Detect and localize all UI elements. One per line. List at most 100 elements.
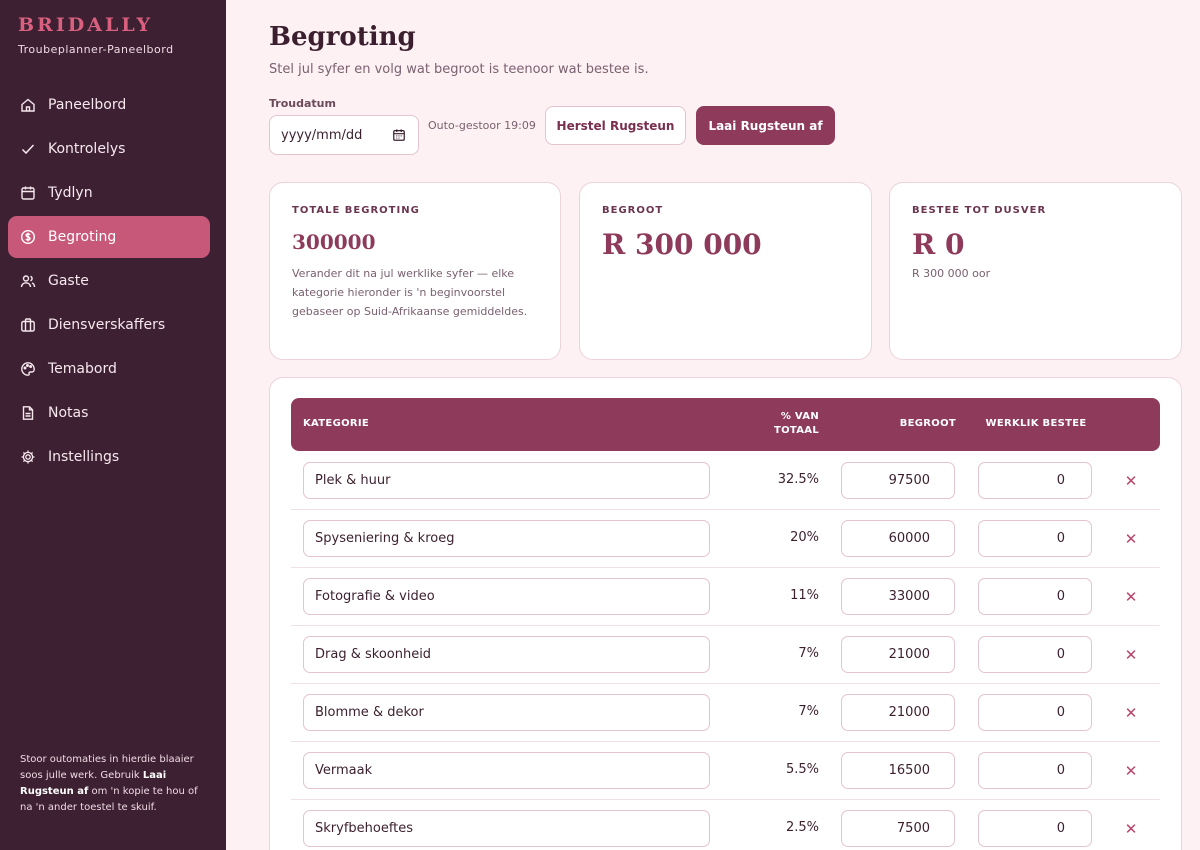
column-header-category: KATEGORIE bbox=[303, 418, 370, 429]
sidebar-nav: Paneelbord Kontrolelys Tydlyn Begroting … bbox=[8, 84, 210, 480]
spent-value: R 0 bbox=[912, 228, 965, 261]
category-percent: 5.5% bbox=[785, 762, 819, 777]
sidebar-item-label: Tydlyn bbox=[48, 185, 93, 201]
category-percent: 2.5% bbox=[785, 820, 819, 835]
budgeted-value: R 300 000 bbox=[602, 228, 762, 261]
total-budget-input[interactable]: 300000 bbox=[292, 230, 538, 254]
category-actual-input[interactable]: 0 bbox=[978, 462, 1092, 499]
sidebar-item-paneelbord[interactable]: Paneelbord bbox=[8, 84, 210, 126]
users-icon bbox=[20, 275, 36, 288]
category-actual-input[interactable]: 0 bbox=[978, 636, 1092, 673]
table-row: Fotografie & video 11% 33000 0 ✕ bbox=[291, 568, 1160, 626]
gear-icon bbox=[21, 450, 35, 464]
category-name-input[interactable]: Plek & huur bbox=[303, 462, 710, 499]
category-name-input[interactable]: Spyseniering & kroeg bbox=[303, 520, 710, 557]
table-row: Skryfbehoeftes 2.5% 7500 0 ✕ bbox=[291, 800, 1160, 850]
card-label: TOTALE BEGROTING bbox=[292, 205, 420, 216]
category-percent: 32.5% bbox=[777, 472, 819, 487]
category-budget-input[interactable]: 33000 bbox=[841, 578, 955, 615]
column-header-actual: WERKLIK BESTEE bbox=[985, 418, 1087, 429]
table-row: Drag & skoonheid 7% 21000 0 ✕ bbox=[291, 626, 1160, 684]
sidebar-item-kontrolelys[interactable]: Kontrolelys bbox=[8, 128, 210, 170]
category-name-input[interactable]: Skryfbehoeftes bbox=[303, 810, 710, 847]
category-name-input[interactable]: Fotografie & video bbox=[303, 578, 710, 615]
category-actual-input[interactable]: 0 bbox=[978, 694, 1092, 731]
spent-card: BESTEE TOT DUSVER R 0 R 300 000 oor bbox=[889, 182, 1182, 360]
table-row: Spyseniering & kroeg 20% 60000 0 ✕ bbox=[291, 510, 1160, 568]
sidebar-item-label: Kontrolelys bbox=[48, 141, 126, 157]
dollar-circle-icon bbox=[20, 229, 36, 245]
sidebar-item-label: Paneelbord bbox=[48, 97, 127, 113]
delete-icon[interactable]: ✕ bbox=[1122, 820, 1140, 838]
category-actual-input[interactable]: 0 bbox=[978, 810, 1092, 847]
sidebar-backup-note: Stoor outomaties in hierdie blaaier soos… bbox=[20, 754, 198, 813]
category-percent: 7% bbox=[798, 704, 819, 719]
sidebar: BRIDALLY Troubeplanner-Paneelbord Paneel… bbox=[0, 0, 226, 850]
delete-icon[interactable]: ✕ bbox=[1122, 530, 1140, 548]
page-title: Begroting bbox=[269, 22, 416, 52]
delete-icon[interactable]: ✕ bbox=[1122, 588, 1140, 606]
category-actual-input[interactable]: 0 bbox=[978, 520, 1092, 557]
table-header: KATEGORIE % VAN TOTAAL BEGROOT WERKLIK BE… bbox=[291, 398, 1160, 451]
sidebar-item-label: Gaste bbox=[48, 273, 89, 289]
sidebar-item-notas[interactable]: Notas bbox=[8, 392, 210, 434]
sidebar-item-tydlyn[interactable]: Tydlyn bbox=[8, 172, 210, 214]
date-placeholder: yyyy/mm/dd bbox=[281, 127, 363, 143]
sidebar-item-instellings[interactable]: Instellings bbox=[8, 436, 210, 478]
budget-table: KATEGORIE % VAN TOTAAL BEGROOT WERKLIK BE… bbox=[269, 377, 1182, 850]
delete-icon[interactable]: ✕ bbox=[1122, 762, 1140, 780]
category-budget-input[interactable]: 97500 bbox=[841, 462, 955, 499]
sidebar-item-label: Instellings bbox=[48, 449, 120, 465]
category-name-input[interactable]: Vermaak bbox=[303, 752, 710, 789]
download-backup-button[interactable]: Laai Rugsteun af bbox=[696, 106, 835, 145]
sidebar-item-temabord[interactable]: Temabord bbox=[8, 348, 210, 390]
check-icon bbox=[21, 144, 35, 155]
brand-logo[interactable]: BRIDALLY bbox=[18, 14, 153, 36]
sidebar-item-begroting[interactable]: Begroting bbox=[8, 216, 210, 258]
delete-icon[interactable]: ✕ bbox=[1122, 472, 1140, 490]
category-percent: 7% bbox=[798, 646, 819, 661]
calendar-icon bbox=[21, 186, 35, 200]
briefcase-icon bbox=[21, 318, 35, 332]
sidebar-item-label: Begroting bbox=[48, 229, 117, 245]
sidebar-item-diensverskaffers[interactable]: Diensverskaffers bbox=[8, 304, 210, 346]
page-subtitle: Stel jul syfer en volg wat begroot is te… bbox=[269, 62, 649, 77]
sidebar-item-label: Temabord bbox=[48, 361, 117, 377]
table-row: Vermaak 5.5% 16500 0 ✕ bbox=[291, 742, 1160, 800]
category-name-input[interactable]: Drag & skoonheid bbox=[303, 636, 710, 673]
remaining-value: R 300 000 oor bbox=[912, 267, 991, 280]
budgeted-card: BEGROOT R 300 000 bbox=[579, 182, 872, 360]
category-actual-input[interactable]: 0 bbox=[978, 578, 1092, 615]
brand-subtitle: Troubeplanner-Paneelbord bbox=[18, 43, 174, 56]
sidebar-item-label: Notas bbox=[48, 405, 89, 421]
total-budget-card: TOTALE BEGROTING 300000 Verander dit na … bbox=[269, 182, 561, 360]
restore-backup-button[interactable]: Herstel Rugsteun bbox=[545, 106, 686, 145]
card-label: BEGROOT bbox=[602, 205, 664, 216]
wedding-date-label: Troudatum bbox=[269, 97, 336, 110]
category-budget-input[interactable]: 60000 bbox=[841, 520, 955, 557]
category-budget-input[interactable]: 21000 bbox=[841, 694, 955, 731]
document-icon bbox=[22, 406, 34, 420]
table-row: Blomme & dekor 7% 21000 0 ✕ bbox=[291, 684, 1160, 742]
category-budget-input[interactable]: 7500 bbox=[841, 810, 955, 847]
category-actual-input[interactable]: 0 bbox=[978, 752, 1092, 789]
category-budget-input[interactable]: 21000 bbox=[841, 636, 955, 673]
calendar-icon[interactable] bbox=[392, 128, 406, 142]
category-budget-input[interactable]: 16500 bbox=[841, 752, 955, 789]
palette-icon bbox=[21, 362, 35, 376]
card-label: BESTEE TOT DUSVER bbox=[912, 205, 1047, 216]
card-description: Verander dit na jul werklike syfer — elk… bbox=[292, 267, 528, 318]
delete-icon[interactable]: ✕ bbox=[1122, 646, 1140, 664]
category-percent: 11% bbox=[790, 588, 819, 603]
wedding-date-input[interactable]: yyyy/mm/dd bbox=[269, 115, 419, 155]
sidebar-item-gaste[interactable]: Gaste bbox=[8, 260, 210, 302]
delete-icon[interactable]: ✕ bbox=[1122, 704, 1140, 722]
autosave-status: Outo-gestoor 19:09 bbox=[428, 119, 536, 132]
table-row: Plek & huur 32.5% 97500 0 ✕ bbox=[291, 452, 1160, 510]
category-percent: 20% bbox=[790, 530, 819, 545]
column-header-budget: BEGROOT bbox=[899, 418, 956, 429]
column-header-percent: % VAN TOTAAL bbox=[773, 411, 819, 436]
category-name-input[interactable]: Blomme & dekor bbox=[303, 694, 710, 731]
sidebar-item-label: Diensverskaffers bbox=[48, 317, 166, 333]
home-icon bbox=[21, 98, 35, 112]
